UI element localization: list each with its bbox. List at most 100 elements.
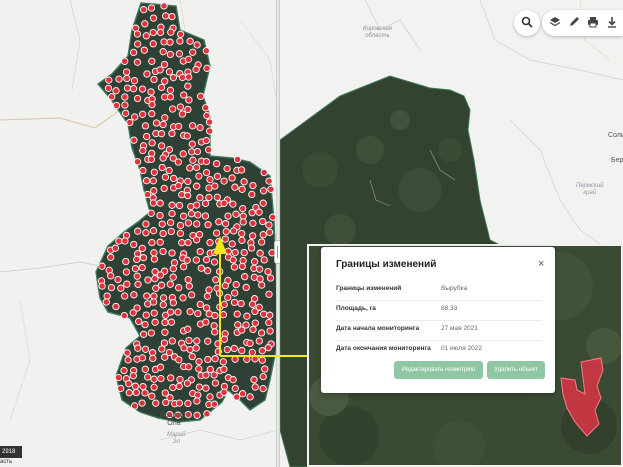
monitoring-point[interactable] [138,354,147,362]
monitoring-point[interactable] [194,211,202,219]
monitoring-point[interactable] [150,249,158,257]
monitoring-point[interactable] [187,291,196,299]
monitoring-point[interactable] [187,210,196,218]
monitoring-point[interactable] [255,208,263,216]
monitoring-point[interactable] [248,209,256,217]
monitoring-point[interactable] [233,155,242,164]
monitoring-point[interactable] [249,181,257,190]
monitoring-point[interactable] [174,182,183,190]
monitoring-point[interactable] [205,286,213,294]
monitoring-point[interactable] [142,177,151,185]
left-map-pane[interactable]: Йошкар- Ола Марий Эл 2918 асть [0,0,278,467]
monitoring-point[interactable] [178,191,186,199]
monitoring-point[interactable] [140,46,148,54]
monitoring-point[interactable] [115,75,123,83]
monitoring-point[interactable] [193,397,201,405]
monitoring-point[interactable] [237,166,246,174]
monitoring-point[interactable] [160,60,169,69]
monitoring-point[interactable] [161,77,169,85]
monitoring-point[interactable] [251,355,259,363]
monitoring-point[interactable] [166,280,174,288]
monitoring-point[interactable] [150,255,159,263]
monitoring-point[interactable] [150,309,158,317]
monitoring-point[interactable] [174,308,182,316]
monitoring-point[interactable] [224,293,232,302]
monitoring-point[interactable] [139,146,147,155]
monitoring-point[interactable] [147,209,155,217]
monitoring-point[interactable] [160,339,169,347]
monitoring-point[interactable] [197,264,205,272]
monitoring-point[interactable] [141,122,150,130]
monitoring-point[interactable] [180,91,188,99]
monitoring-point[interactable] [211,328,219,336]
monitoring-point[interactable] [121,237,129,245]
monitoring-point[interactable] [130,136,138,144]
monitoring-point[interactable] [242,283,250,292]
monitoring-point[interactable] [266,311,274,319]
monitoring-point[interactable] [203,292,212,300]
monitoring-point[interactable] [152,399,160,407]
monitoring-point[interactable] [114,373,123,382]
layers-icon[interactable] [549,16,561,28]
monitoring-point[interactable] [138,110,147,118]
monitoring-point[interactable] [112,87,120,95]
monitoring-point[interactable] [189,156,197,164]
monitoring-point[interactable] [232,280,240,289]
monitoring-point[interactable] [188,352,196,361]
monitoring-point[interactable] [123,349,131,357]
monitoring-point[interactable] [176,221,185,230]
monitoring-point[interactable] [174,158,182,166]
monitoring-point[interactable] [133,255,141,264]
monitoring-point[interactable] [246,393,254,401]
monitoring-point[interactable] [162,12,170,20]
monitoring-point[interactable] [192,163,201,172]
monitoring-point[interactable] [117,284,125,292]
monitoring-point[interactable] [149,40,157,48]
monitoring-point[interactable] [206,127,214,135]
monitoring-point[interactable] [169,73,178,82]
monitoring-point[interactable] [203,111,211,120]
monitoring-point[interactable] [133,272,141,280]
monitoring-point[interactable] [178,73,187,82]
monitoring-point[interactable] [195,383,204,391]
monitoring-point[interactable] [229,376,237,384]
monitoring-point[interactable] [175,284,183,292]
monitoring-point[interactable] [121,101,129,109]
monitoring-point[interactable] [123,280,131,288]
monitoring-point[interactable] [193,201,201,209]
monitoring-point[interactable] [251,307,259,316]
monitoring-point[interactable] [212,276,220,284]
monitoring-point[interactable] [247,244,256,252]
monitoring-point[interactable] [258,238,266,246]
monitoring-point[interactable] [130,240,138,249]
monitoring-point[interactable] [108,93,116,101]
monitoring-point[interactable] [151,318,159,326]
monitoring-point[interactable] [202,157,211,166]
monitoring-point[interactable] [202,136,210,145]
monitoring-point[interactable] [233,393,241,401]
monitoring-point[interactable] [183,256,191,264]
monitoring-point[interactable] [230,227,238,235]
monitoring-point[interactable] [143,132,151,141]
monitoring-point[interactable] [179,263,188,271]
monitoring-point[interactable] [133,94,142,103]
monitoring-point[interactable] [220,365,228,373]
monitoring-point[interactable] [120,366,128,375]
monitoring-point[interactable] [212,229,221,237]
monitoring-point[interactable] [251,319,259,327]
monitoring-point[interactable] [195,357,203,366]
monitoring-point[interactable] [195,172,203,180]
monitoring-point[interactable] [264,344,272,352]
monitoring-point[interactable] [202,104,210,112]
monitoring-point[interactable] [184,325,192,333]
monitoring-point[interactable] [168,12,176,21]
monitoring-point[interactable] [135,317,143,326]
monitoring-point[interactable] [231,384,239,393]
printer-icon[interactable] [587,16,599,28]
monitoring-point[interactable] [156,271,165,279]
monitoring-point[interactable] [133,58,142,66]
monitoring-point[interactable] [115,237,123,245]
monitoring-point[interactable] [156,66,164,74]
monitoring-point[interactable] [129,85,138,93]
monitoring-point[interactable] [170,259,179,267]
